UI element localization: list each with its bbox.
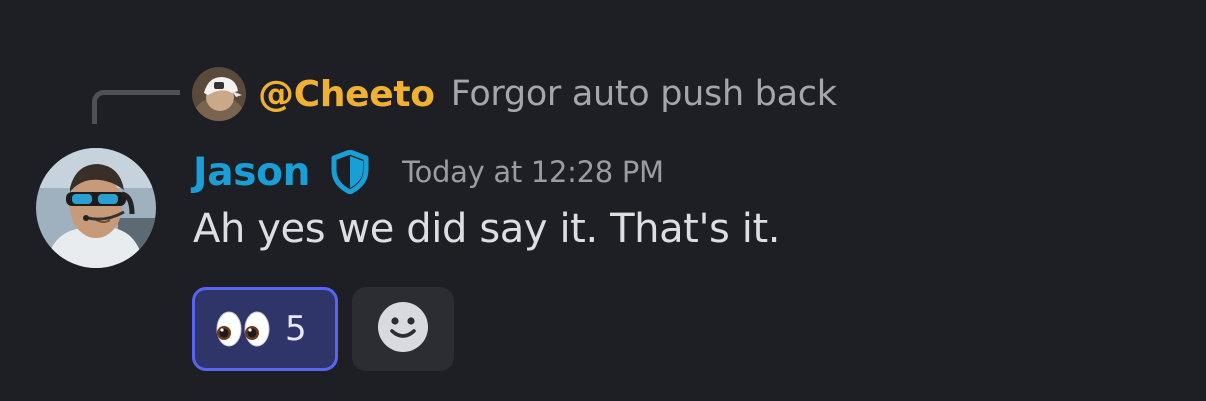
smiley-face-icon [377, 301, 429, 357]
reply-author-name[interactable]: @Cheeto [258, 74, 435, 115]
message-timestamp[interactable]: Today at 12:28 PM [402, 155, 664, 189]
reply-preview[interactable]: @Cheeto Forgor auto push back [192, 66, 837, 122]
author-name[interactable]: Jason [193, 150, 310, 195]
add-reaction-button[interactable] [352, 287, 454, 371]
reply-connector-line [92, 90, 180, 124]
chat-message: @Cheeto Forgor auto push back Jason Toda… [0, 0, 1206, 401]
reply-message-text[interactable]: Forgor auto push back [451, 74, 837, 114]
reply-author-avatar[interactable] [192, 67, 246, 121]
reaction-eyes-button[interactable]: 5 [192, 287, 338, 371]
reactions-bar: 5 [192, 287, 454, 371]
message-header: Jason Today at 12:28 PM [193, 146, 664, 198]
shield-icon[interactable] [330, 150, 370, 194]
message-content: Ah yes we did say it. That's it. [193, 206, 781, 252]
author-avatar[interactable] [36, 148, 156, 268]
reaction-count: 5 [285, 309, 307, 349]
eyes-emoji-icon [215, 309, 271, 349]
